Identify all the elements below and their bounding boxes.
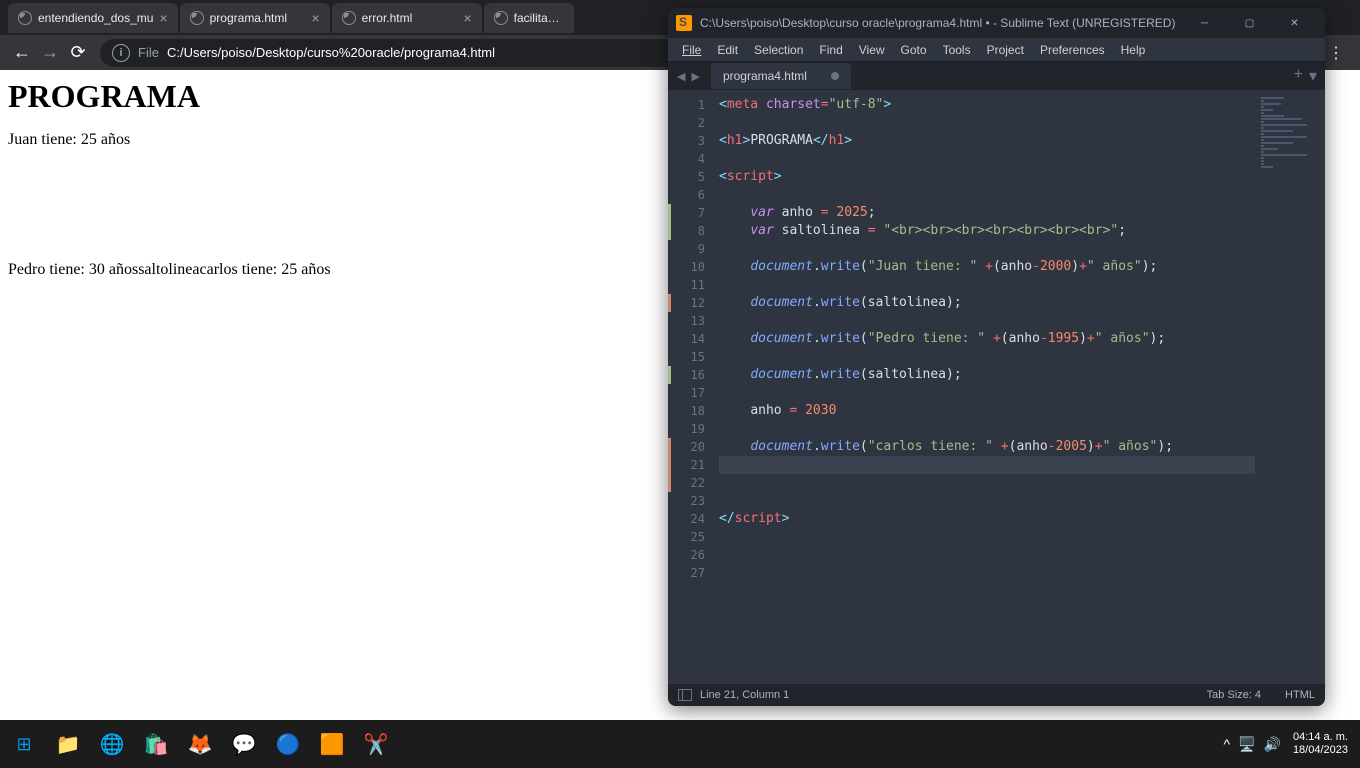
tab-dropdown-icon[interactable]: ▾ [1309, 66, 1317, 86]
start-button[interactable]: ⊞ [4, 724, 44, 764]
network-icon[interactable]: 🖥️ [1238, 736, 1255, 753]
sublime-icon [676, 15, 692, 31]
tab-back-icon[interactable]: ◀ [674, 70, 688, 83]
chrome-icon[interactable]: 🔵 [268, 724, 308, 764]
tray-expand-icon[interactable]: ^ [1223, 736, 1230, 753]
titlebar[interactable]: C:\Users\poiso\Desktop\curso oracle\prog… [668, 8, 1325, 38]
unsaved-indicator-icon [831, 72, 839, 80]
volume-icon[interactable]: 🔊 [1264, 736, 1281, 753]
sidebar-toggle-icon[interactable] [678, 689, 692, 701]
globe-icon [190, 11, 204, 25]
back-button[interactable]: ← [8, 39, 36, 67]
close-button[interactable]: ✕ [1272, 8, 1317, 38]
editor[interactable]: 1234567891011121314151617181920212223242… [668, 90, 1325, 684]
close-icon[interactable]: × [311, 10, 319, 26]
snipping-icon[interactable]: ✂️ [356, 724, 396, 764]
maximize-button[interactable]: ▢ [1227, 8, 1272, 38]
code-area[interactable]: <meta charset="utf-8"> <h1>PROGRAMA</h1>… [713, 90, 1325, 684]
window-title: C:\Users\poiso\Desktop\curso oracle\prog… [700, 16, 1182, 30]
menu-goto[interactable]: Goto [893, 40, 935, 60]
explorer-icon[interactable]: 📁 [48, 724, 88, 764]
menu-project[interactable]: Project [979, 40, 1032, 60]
editor-tab-label: programa4.html [723, 69, 807, 83]
menu-preferences[interactable]: Preferences [1032, 40, 1113, 60]
menu-view[interactable]: View [851, 40, 893, 60]
menu-find[interactable]: Find [811, 40, 850, 60]
editor-tab-bar: ◀ ▶ programa4.html + ▾ [668, 62, 1325, 90]
tab-title: entendiendo_dos_mu [38, 11, 153, 25]
forward-button[interactable]: → [36, 39, 64, 67]
menu-edit[interactable]: Edit [709, 40, 746, 60]
minimap[interactable] [1255, 90, 1325, 684]
editor-tab[interactable]: programa4.html [711, 63, 851, 89]
firefox-icon[interactable]: 🦊 [180, 724, 220, 764]
menu-help[interactable]: Help [1113, 40, 1154, 60]
sublime-taskbar-icon[interactable]: 🟧 [312, 724, 352, 764]
menu-file[interactable]: File [674, 40, 709, 60]
status-position[interactable]: Line 21, Column 1 [700, 689, 789, 701]
globe-icon [18, 11, 32, 25]
store-icon[interactable]: 🛍️ [136, 724, 176, 764]
browser-tab[interactable]: error.html × [332, 3, 482, 33]
sublime-window: C:\Users\poiso\Desktop\curso oracle\prog… [668, 8, 1325, 706]
menu-tools[interactable]: Tools [935, 40, 979, 60]
menu-selection[interactable]: Selection [746, 40, 811, 60]
tab-title: error.html [362, 11, 458, 25]
status-language[interactable]: HTML [1285, 689, 1315, 701]
minimize-button[interactable]: ─ [1182, 8, 1227, 38]
info-icon[interactable]: i [112, 44, 130, 62]
url-scheme-label: File [138, 45, 159, 60]
globe-icon [494, 11, 508, 25]
system-tray: ^ 🖥️ 🔊 04:14 a. m. 18/04/2023 [1223, 731, 1356, 757]
close-icon[interactable]: × [159, 10, 167, 26]
kebab-menu-icon[interactable]: ⋮ [1328, 43, 1344, 63]
menu-bar: File Edit Selection Find View Goto Tools… [668, 38, 1325, 62]
tab-forward-icon[interactable]: ▶ [688, 70, 702, 83]
tab-title: facilitando.htm [514, 11, 564, 25]
tab-title: programa.html [210, 11, 306, 25]
edge-icon[interactable]: 🌐 [92, 724, 132, 764]
close-icon[interactable]: × [463, 10, 471, 26]
globe-icon [342, 11, 356, 25]
clock-time: 04:14 a. m. [1293, 731, 1348, 744]
status-bar: Line 21, Column 1 Tab Size: 4 HTML [668, 684, 1325, 706]
browser-tab[interactable]: facilitando.htm [484, 3, 574, 33]
gutter: 1234567891011121314151617181920212223242… [668, 90, 713, 684]
browser-tab[interactable]: programa.html × [180, 3, 330, 33]
taskbar: ⊞ 📁 🌐 🛍️ 🦊 💬 🔵 🟧 ✂️ ^ 🖥️ 🔊 04:14 a. m. 1… [0, 720, 1360, 768]
new-tab-icon[interactable]: + [1294, 66, 1303, 86]
status-tabsize[interactable]: Tab Size: 4 [1207, 689, 1261, 701]
reload-button[interactable]: ⟳ [64, 39, 92, 67]
url-text: C:/Users/poiso/Desktop/curso%20oracle/pr… [167, 45, 495, 60]
browser-tab[interactable]: entendiendo_dos_mu × [8, 3, 178, 33]
clock[interactable]: 04:14 a. m. 18/04/2023 [1293, 731, 1356, 757]
clock-date: 18/04/2023 [1293, 744, 1348, 757]
discord-icon[interactable]: 💬 [224, 724, 264, 764]
